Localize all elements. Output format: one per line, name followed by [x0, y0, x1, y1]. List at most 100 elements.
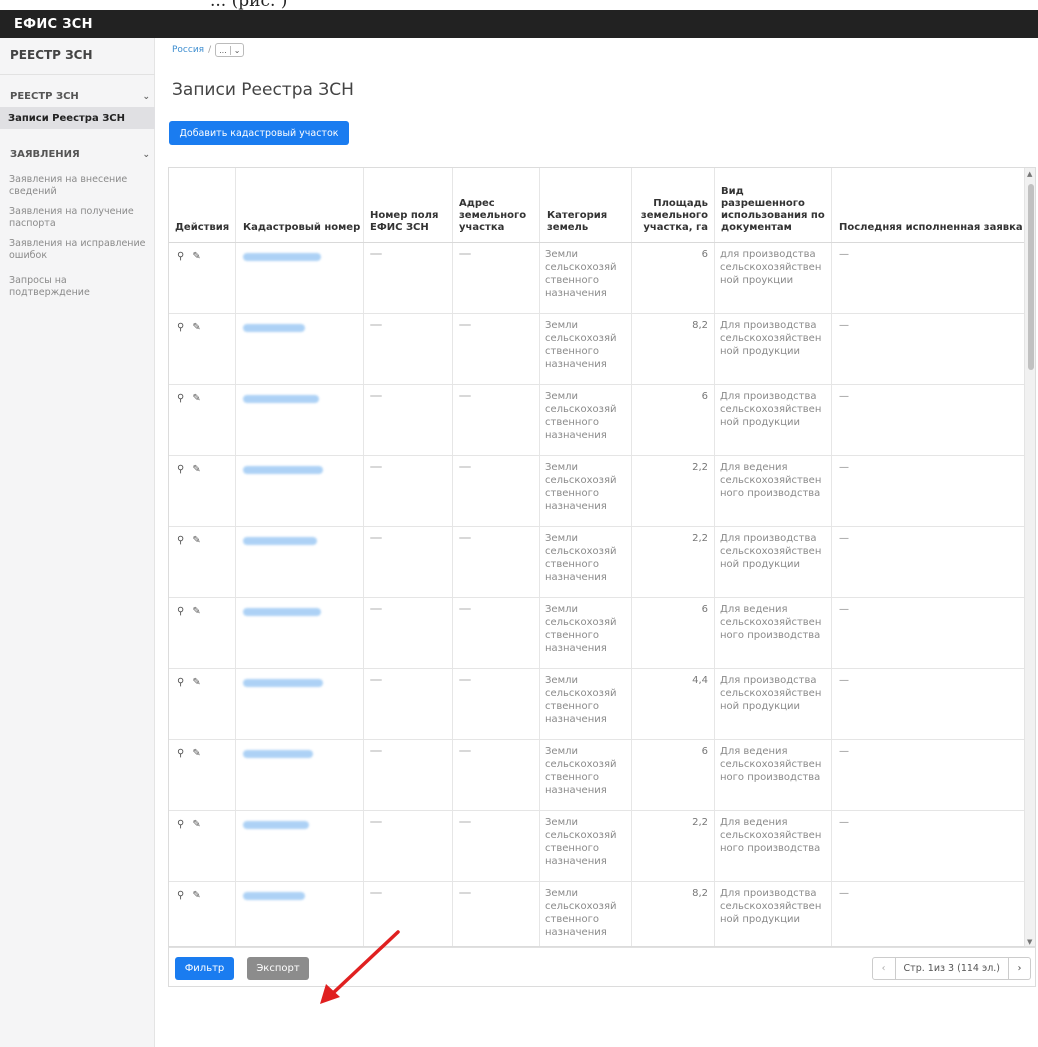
- map-pin-icon[interactable]: ⚲: [177, 889, 184, 902]
- cadastral-number-link[interactable]: [243, 892, 305, 900]
- breadcrumb-dropdown-value: ...: [219, 45, 227, 55]
- area-cell: 6: [701, 391, 708, 402]
- cadastral-number-link[interactable]: [243, 679, 323, 687]
- add-cadastral-plot-button[interactable]: Добавить кадастровый участок: [169, 121, 349, 145]
- sidebar-item-registry-records[interactable]: Записи Реестра ЗСН: [0, 107, 155, 129]
- next-page-button[interactable]: ›: [1008, 958, 1030, 979]
- sidebar-section-applications[interactable]: ЗАЯВЛЕНИЯ ⌄: [10, 149, 150, 160]
- records-table: Действия Кадастровый номер Номер поля ЕФ…: [168, 167, 1036, 947]
- land-category-cell: Земли сельскохозяй ственного назначения: [545, 532, 616, 584]
- cadastral-number-link[interactable]: [243, 324, 305, 332]
- map-pin-icon[interactable]: ⚲: [177, 818, 184, 831]
- header-address[interactable]: Адрес земельного участка: [459, 198, 526, 234]
- scrollbar-thumb[interactable]: [1028, 184, 1034, 370]
- sidebar-item-error-correction[interactable]: Заявления на исправление ошибок: [9, 238, 149, 262]
- filter-button[interactable]: Фильтр: [175, 957, 234, 980]
- cadastral-number-link[interactable]: [243, 821, 309, 829]
- map-pin-icon[interactable]: ⚲: [177, 250, 184, 263]
- header-area[interactable]: Площадь земельного участка, га: [631, 198, 708, 234]
- usage-line: сельскохозяйствен: [720, 546, 822, 557]
- cadastral-number-link[interactable]: [243, 253, 321, 261]
- map-pin-icon[interactable]: ⚲: [177, 392, 184, 405]
- header-actions[interactable]: Действия: [175, 222, 229, 234]
- edit-pencil-icon[interactable]: ✎: [192, 534, 200, 547]
- map-pin-icon[interactable]: ⚲: [177, 747, 184, 760]
- scroll-up-icon[interactable]: ▲: [1027, 170, 1032, 178]
- category-line: сельскохозяй: [545, 262, 617, 273]
- header-line: использования по: [721, 210, 825, 221]
- redacted-address: [459, 679, 471, 681]
- header-permitted-use[interactable]: Вид разрешенного использования по докуме…: [721, 186, 825, 234]
- sidebar-item-passport-applications[interactable]: Заявления на получение паспорта: [9, 206, 149, 230]
- field-number-cell: [370, 537, 382, 539]
- map-pin-icon[interactable]: ⚲: [177, 463, 184, 476]
- usage-line: ной проукции: [720, 275, 794, 286]
- breadcrumb-root-link[interactable]: Россия: [172, 45, 204, 55]
- category-line: ственного: [545, 346, 599, 357]
- app-title[interactable]: ЕФИС ЗСН: [14, 17, 93, 32]
- land-category-cell: Земли сельскохозяй ственного назначения: [545, 674, 616, 726]
- edit-pencil-icon[interactable]: ✎: [192, 818, 200, 831]
- breadcrumb-dropdown[interactable]: ... ⌄: [215, 43, 245, 57]
- prev-page-button[interactable]: ‹: [873, 958, 895, 979]
- usage-line: ной продукции: [720, 559, 801, 570]
- header-field-number[interactable]: Номер поля ЕФИС ЗСН: [370, 210, 438, 234]
- area-cell: 8,2: [692, 320, 708, 331]
- usage-line: ной продукции: [720, 346, 801, 357]
- redacted-address: [459, 537, 471, 539]
- category-line: ственного: [545, 701, 599, 712]
- cadastral-number-link[interactable]: [243, 466, 323, 474]
- scroll-down-icon[interactable]: ▼: [1027, 938, 1032, 946]
- permitted-use-cell: Для производства сельскохозяйствен ной про…: [720, 674, 821, 713]
- category-line: Земли: [545, 817, 578, 828]
- redacted-field-number: [370, 679, 382, 681]
- redacted-cadastral-number: [243, 395, 319, 403]
- edit-pencil-icon[interactable]: ✎: [192, 463, 200, 476]
- field-number-cell: [370, 750, 382, 752]
- category-line: ственного: [545, 559, 599, 570]
- header-cadastral-number[interactable]: Кадастровый номер: [243, 222, 360, 234]
- edit-pencil-icon[interactable]: ✎: [192, 321, 200, 334]
- edit-pencil-icon[interactable]: ✎: [192, 676, 200, 689]
- land-category-cell: Земли сельскохозяй ственного назначения: [545, 248, 616, 300]
- cadastral-number-link[interactable]: [243, 608, 321, 616]
- cropped-caption-text: ... (рис. ): [210, 0, 288, 10]
- header-last-request[interactable]: Последняя исполненная заявка: [839, 222, 1023, 234]
- table-row: ⚲ ✎ Земли сельскохозяй ственного назначения 6 д…: [169, 243, 1024, 314]
- table-scrollbar[interactable]: ▲ ▼: [1024, 168, 1035, 946]
- table-row: ⚲ ✎ Земли сельскохозяй ственного назначения 2,…: [169, 456, 1024, 527]
- row-actions: ⚲ ✎: [177, 534, 201, 547]
- map-pin-icon[interactable]: ⚲: [177, 605, 184, 618]
- area-cell: 2,2: [692, 817, 708, 828]
- category-line: сельскохозяй: [545, 617, 617, 628]
- map-pin-icon[interactable]: ⚲: [177, 676, 184, 689]
- map-pin-icon[interactable]: ⚲: [177, 534, 184, 547]
- category-line: Земли: [545, 249, 578, 260]
- edit-pencil-icon[interactable]: ✎: [192, 250, 200, 263]
- row-actions: ⚲ ✎: [177, 463, 201, 476]
- redacted-field-number: [370, 253, 382, 255]
- usage-line: сельскохозяйствен: [720, 688, 822, 699]
- usage-line: Для производства: [720, 391, 817, 402]
- edit-pencil-icon[interactable]: ✎: [192, 392, 200, 405]
- cadastral-number-link[interactable]: [243, 537, 317, 545]
- export-button[interactable]: Экспорт: [247, 957, 309, 980]
- sidebar-section-registry[interactable]: РЕЕСТР ЗСН ⌄: [10, 91, 150, 102]
- header-line: ЕФИС ЗСН: [370, 222, 429, 233]
- edit-pencil-icon[interactable]: ✎: [192, 605, 200, 618]
- category-line: сельскохозяй: [545, 333, 617, 344]
- land-category-cell: Земли сельскохозяй ственного назначения: [545, 816, 616, 868]
- header-land-category[interactable]: Категория земель: [547, 210, 607, 234]
- sidebar-item-info-applications[interactable]: Заявления на внесение сведений: [9, 174, 149, 198]
- sidebar-item-confirmation-requests[interactable]: Запросы на подтверждение: [9, 275, 149, 299]
- redacted-cadastral-number: [243, 892, 305, 900]
- cadastral-number-link[interactable]: [243, 395, 319, 403]
- field-number-cell: [370, 466, 382, 468]
- pagination: ‹ Стр. 1из 3 (114 эл.) ›: [871, 957, 1031, 980]
- usage-line: ного производства: [720, 630, 821, 641]
- edit-pencil-icon[interactable]: ✎: [192, 747, 200, 760]
- cadastral-number-link[interactable]: [243, 750, 313, 758]
- edit-pencil-icon[interactable]: ✎: [192, 889, 200, 902]
- map-pin-icon[interactable]: ⚲: [177, 321, 184, 334]
- app-header: ЕФИС ЗСН: [0, 10, 1038, 38]
